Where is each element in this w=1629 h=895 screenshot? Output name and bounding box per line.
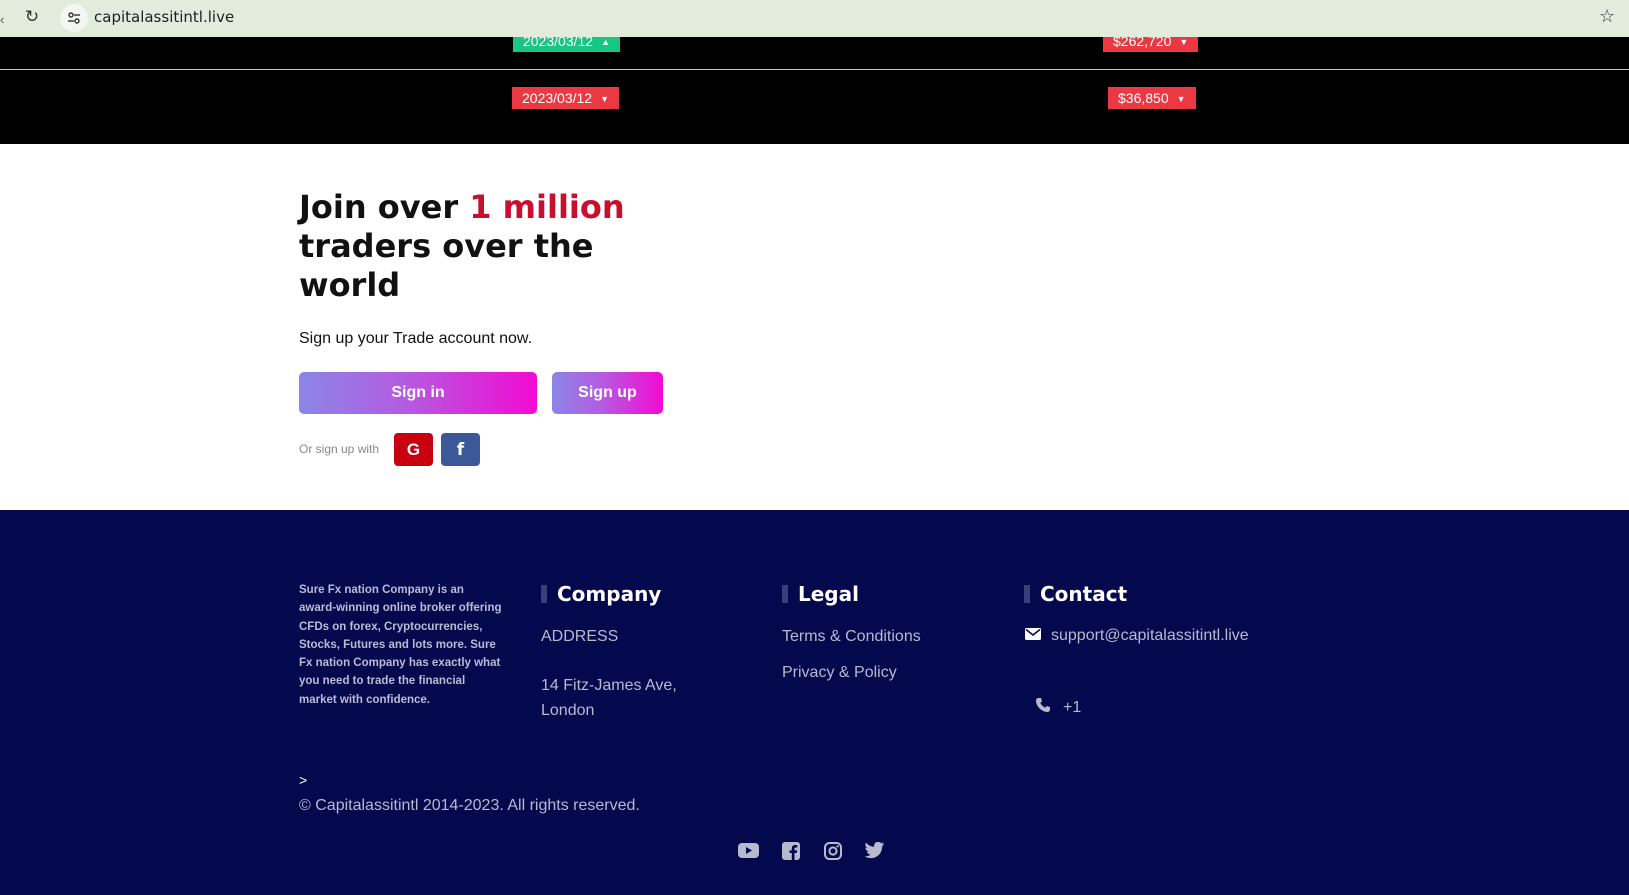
join-heading: Join over 1 million traders over the worl… <box>299 188 659 305</box>
browser-toolbar: ‹ ↻ capitalassitintl.live ☆ <box>0 0 1629 37</box>
company-heading: Company <box>541 582 661 606</box>
legal-heading: Legal <box>782 582 859 606</box>
address-line: London <box>541 702 595 719</box>
phone-icon <box>1035 697 1051 718</box>
caret-down-icon: ▼ <box>1176 94 1186 105</box>
privacy-link[interactable]: Privacy & Policy <box>782 664 897 682</box>
facebook-signup-button[interactable]: f <box>441 433 480 466</box>
ticker-date-text: 2023/03/12 <box>523 37 594 49</box>
ticker-divider <box>0 69 1629 70</box>
copyright-text: © Capitalassitintl 2014-2023. All rights… <box>299 797 640 814</box>
bookmark-star-icon[interactable]: ☆ <box>1599 6 1615 27</box>
facebook-icon: f <box>456 439 465 460</box>
ticker-date-tag: 2023/03/12 ▲ <box>513 37 620 52</box>
phone-text[interactable]: +1 <box>1063 699 1081 717</box>
back-arrow-icon[interactable]: ‹ <box>0 12 4 27</box>
stray-caret: > <box>299 772 308 788</box>
reload-icon[interactable]: ↻ <box>23 8 41 26</box>
facebook-icon[interactable] <box>780 840 801 861</box>
or-sign-up-label: Or sign up with <box>299 442 380 456</box>
google-signup-button[interactable]: G <box>394 433 433 466</box>
heading-highlight: 1 million <box>469 188 625 226</box>
email-text[interactable]: support@capitalassitintl.live <box>1051 627 1249 645</box>
instagram-icon[interactable] <box>822 840 843 861</box>
sign-in-button[interactable]: Sign in <box>299 372 537 414</box>
price-ticker: 2023/03/12 ▲ $262,720 ▼ 2023/03/12 ▼ $36,85… <box>0 37 1629 144</box>
address-bar[interactable] <box>57 2 1617 34</box>
address-label: ADDRESS <box>541 628 619 645</box>
contact-heading: Contact <box>1024 582 1127 606</box>
youtube-icon[interactable] <box>738 840 759 861</box>
ticker-amount-text: $262,720 <box>1113 37 1172 49</box>
social-links <box>738 840 885 861</box>
address-line: 14 Fitz-James Ave, <box>541 677 677 694</box>
ticker-amount-tag: $36,850 ▼ <box>1108 87 1196 109</box>
contact-email[interactable]: support@capitalassitintl.live <box>1025 627 1249 645</box>
sign-up-button[interactable]: Sign up <box>552 372 663 414</box>
ticker-amount-text: $36,850 <box>1118 90 1169 106</box>
ticker-amount-tag: $262,720 ▼ <box>1103 37 1199 52</box>
address-text: 14 Fitz-James Ave, London <box>541 673 677 723</box>
caret-up-icon: ▲ <box>601 37 610 48</box>
caret-down-icon: ▼ <box>1179 37 1189 48</box>
heading-suffix: traders over the world <box>299 227 594 304</box>
envelope-icon <box>1025 627 1041 645</box>
caret-down-icon: ▼ <box>600 94 609 105</box>
url-text[interactable]: capitalassitintl.live <box>94 8 234 26</box>
ticker-date-text: 2023/03/12 <box>522 90 593 106</box>
site-footer: Sure Fx nation Company is an award-winni… <box>0 510 1629 895</box>
heading-prefix: Join over <box>299 188 470 226</box>
ticker-date-tag: 2023/03/12 ▼ <box>512 87 619 109</box>
join-section: Join over 1 million traders over the worl… <box>299 188 659 347</box>
join-subtitle: Sign up your Trade account now. <box>299 330 533 347</box>
terms-link[interactable]: Terms & Conditions <box>782 628 921 646</box>
site-info-icon[interactable] <box>60 4 88 32</box>
contact-phone[interactable]: +1 <box>1035 697 1081 718</box>
google-icon: G <box>406 439 421 459</box>
twitter-icon[interactable] <box>864 840 885 861</box>
about-text: Sure Fx nation Company is an award-winni… <box>299 584 502 706</box>
